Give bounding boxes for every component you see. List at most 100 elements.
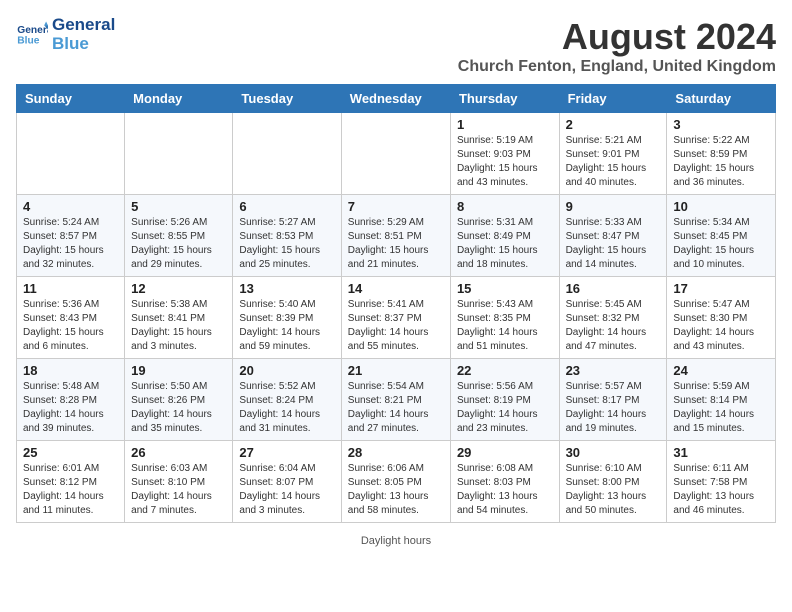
calendar-cell: 20Sunrise: 5:52 AM Sunset: 8:24 PM Dayli… — [233, 359, 341, 441]
day-info: Sunrise: 6:08 AM Sunset: 8:03 PM Dayligh… — [457, 462, 553, 518]
day-info: Sunrise: 5:24 AM Sunset: 8:57 PM Dayligh… — [23, 216, 118, 272]
day-info: Sunrise: 5:48 AM Sunset: 8:28 PM Dayligh… — [23, 380, 118, 436]
day-info: Sunrise: 6:01 AM Sunset: 8:12 PM Dayligh… — [23, 462, 118, 518]
calendar-cell: 11 Sunrise: 5:36 AM Sunset: 8:43 PM Dayli… — [17, 277, 125, 359]
day-number: 11 — [23, 281, 118, 296]
calendar-cell: 15 Sunrise: 5:43 AM Sunset: 8:35 PM Dayli… — [450, 277, 559, 359]
day-number: 13 — [239, 281, 334, 296]
day-info: Sunrise: 5:43 AM Sunset: 8:35 PM Dayligh… — [457, 298, 553, 354]
week-row-3: 11 Sunrise: 5:36 AM Sunset: 8:43 PM Dayli… — [17, 277, 776, 359]
calendar-cell: 13 Sunrise: 5:40 AM Sunset: 8:39 PM Dayli… — [233, 277, 341, 359]
day-number: 26 — [131, 445, 226, 460]
day-number: 19 — [131, 363, 226, 378]
logo-blue: Blue — [52, 35, 115, 54]
calendar-cell: 4 Sunrise: 5:24 AM Sunset: 8:57 PM Daylig… — [17, 195, 125, 277]
day-number: 30 — [566, 445, 661, 460]
weekday-header-wednesday: Wednesday — [341, 85, 450, 113]
week-row-4: 18 Sunrise: 5:48 AM Sunset: 8:28 PM Dayli… — [17, 359, 776, 441]
calendar-cell: 26 Sunrise: 6:03 AM Sunset: 8:10 PM Dayli… — [125, 441, 233, 523]
calendar-cell: 2 Sunrise: 5:21 AM Sunset: 9:01 PM Daylig… — [559, 113, 667, 195]
day-number: 4 — [23, 199, 118, 214]
weekday-header-saturday: Saturday — [667, 85, 776, 113]
calendar-cell: 19 Sunrise: 5:50 AM Sunset: 8:26 PM Dayli… — [125, 359, 233, 441]
day-number: 1 — [457, 117, 553, 132]
day-number: 22 — [457, 363, 553, 378]
calendar-cell: 6Sunrise: 5:27 AM Sunset: 8:53 PM Daylig… — [233, 195, 341, 277]
calendar-cell — [341, 113, 450, 195]
svg-text:Blue: Blue — [17, 35, 39, 46]
calendar-cell: 10 Sunrise: 5:34 AM Sunset: 8:45 PM Dayli… — [667, 195, 776, 277]
day-number: 24 — [673, 363, 769, 378]
logo-general: General — [52, 16, 115, 35]
calendar-cell: 5 Sunrise: 5:26 AM Sunset: 8:55 PM Daylig… — [125, 195, 233, 277]
weekday-header-sunday: Sunday — [17, 85, 125, 113]
calendar-cell: 28 Sunrise: 6:06 AM Sunset: 8:05 PM Dayli… — [341, 441, 450, 523]
day-info: Sunrise: 5:50 AM Sunset: 8:26 PM Dayligh… — [131, 380, 226, 436]
calendar-cell: 7Sunrise: 5:29 AM Sunset: 8:51 PM Daylig… — [341, 195, 450, 277]
day-info: Sunrise: 5:36 AM Sunset: 8:43 PM Dayligh… — [23, 298, 118, 354]
calendar-cell: 24Sunrise: 5:59 AM Sunset: 8:14 PM Dayli… — [667, 359, 776, 441]
day-number: 27 — [239, 445, 334, 460]
footer-area: Daylight hours — [16, 529, 776, 547]
calendar-cell: 31 Sunrise: 6:11 AM Sunset: 7:58 PM Dayli… — [667, 441, 776, 523]
title-area: August 2024 Church Fenton, England, Unit… — [458, 16, 776, 76]
day-info: Sunrise: 5:19 AM Sunset: 9:03 PM Dayligh… — [457, 134, 553, 190]
calendar-cell: 29 Sunrise: 6:08 AM Sunset: 8:03 PM Dayli… — [450, 441, 559, 523]
day-info: Sunrise: 6:10 AM Sunset: 8:00 PM Dayligh… — [566, 462, 661, 518]
calendar-cell: 16Sunrise: 5:45 AM Sunset: 8:32 PM Dayli… — [559, 277, 667, 359]
day-info: Sunrise: 5:56 AM Sunset: 8:19 PM Dayligh… — [457, 380, 553, 436]
calendar-table: SundayMondayTuesdayWednesdayThursdayFrid… — [16, 84, 776, 523]
day-number: 17 — [673, 281, 769, 296]
day-number: 8 — [457, 199, 553, 214]
day-number: 12 — [131, 281, 226, 296]
calendar-cell: 12Sunrise: 5:38 AM Sunset: 8:41 PM Dayli… — [125, 277, 233, 359]
weekday-header-tuesday: Tuesday — [233, 85, 341, 113]
day-info: Sunrise: 5:54 AM Sunset: 8:21 PM Dayligh… — [348, 380, 444, 436]
day-info: Sunrise: 5:22 AM Sunset: 8:59 PM Dayligh… — [673, 134, 769, 190]
logo: General Blue General Blue — [16, 16, 115, 53]
daylight-hours-label: Daylight hours — [361, 535, 431, 547]
day-info: Sunrise: 6:06 AM Sunset: 8:05 PM Dayligh… — [348, 462, 444, 518]
day-number: 28 — [348, 445, 444, 460]
page-title: August 2024 — [458, 16, 776, 58]
calendar-cell: 17 Sunrise: 5:47 AM Sunset: 8:30 PM Dayli… — [667, 277, 776, 359]
day-info: Sunrise: 5:45 AM Sunset: 8:32 PM Dayligh… — [566, 298, 661, 354]
calendar-cell: 1 Sunrise: 5:19 AM Sunset: 9:03 PM Daylig… — [450, 113, 559, 195]
day-info: Sunrise: 6:03 AM Sunset: 8:10 PM Dayligh… — [131, 462, 226, 518]
day-number: 2 — [566, 117, 661, 132]
weekday-header-friday: Friday — [559, 85, 667, 113]
day-number: 23 — [566, 363, 661, 378]
day-info: Sunrise: 5:40 AM Sunset: 8:39 PM Dayligh… — [239, 298, 334, 354]
day-number: 25 — [23, 445, 118, 460]
header: General Blue General Blue August 2024 Ch… — [16, 16, 776, 76]
day-number: 6 — [239, 199, 334, 214]
calendar-cell — [233, 113, 341, 195]
day-number: 18 — [23, 363, 118, 378]
calendar-cell: 8 Sunrise: 5:31 AM Sunset: 8:49 PM Daylig… — [450, 195, 559, 277]
calendar-cell: 23 Sunrise: 5:57 AM Sunset: 8:17 PM Dayli… — [559, 359, 667, 441]
day-info: Sunrise: 6:11 AM Sunset: 7:58 PM Dayligh… — [673, 462, 769, 518]
calendar-cell: 9Sunrise: 5:33 AM Sunset: 8:47 PM Daylig… — [559, 195, 667, 277]
day-number: 15 — [457, 281, 553, 296]
week-row-5: 25 Sunrise: 6:01 AM Sunset: 8:12 PM Dayli… — [17, 441, 776, 523]
day-number: 5 — [131, 199, 226, 214]
day-info: Sunrise: 5:47 AM Sunset: 8:30 PM Dayligh… — [673, 298, 769, 354]
calendar-cell: 14Sunrise: 5:41 AM Sunset: 8:37 PM Dayli… — [341, 277, 450, 359]
day-number: 29 — [457, 445, 553, 460]
calendar-cell: 21 Sunrise: 5:54 AM Sunset: 8:21 PM Dayli… — [341, 359, 450, 441]
day-number: 3 — [673, 117, 769, 132]
day-info: Sunrise: 5:57 AM Sunset: 8:17 PM Dayligh… — [566, 380, 661, 436]
day-number: 7 — [348, 199, 444, 214]
day-info: Sunrise: 5:26 AM Sunset: 8:55 PM Dayligh… — [131, 216, 226, 272]
day-info: Sunrise: 5:21 AM Sunset: 9:01 PM Dayligh… — [566, 134, 661, 190]
day-number: 14 — [348, 281, 444, 296]
weekday-header-thursday: Thursday — [450, 85, 559, 113]
calendar-cell: 27Sunrise: 6:04 AM Sunset: 8:07 PM Dayli… — [233, 441, 341, 523]
day-number: 31 — [673, 445, 769, 460]
day-info: Sunrise: 5:31 AM Sunset: 8:49 PM Dayligh… — [457, 216, 553, 272]
day-number: 21 — [348, 363, 444, 378]
day-number: 10 — [673, 199, 769, 214]
day-info: Sunrise: 5:34 AM Sunset: 8:45 PM Dayligh… — [673, 216, 769, 272]
week-row-1: 1 Sunrise: 5:19 AM Sunset: 9:03 PM Daylig… — [17, 113, 776, 195]
calendar-cell: 25 Sunrise: 6:01 AM Sunset: 8:12 PM Dayli… — [17, 441, 125, 523]
